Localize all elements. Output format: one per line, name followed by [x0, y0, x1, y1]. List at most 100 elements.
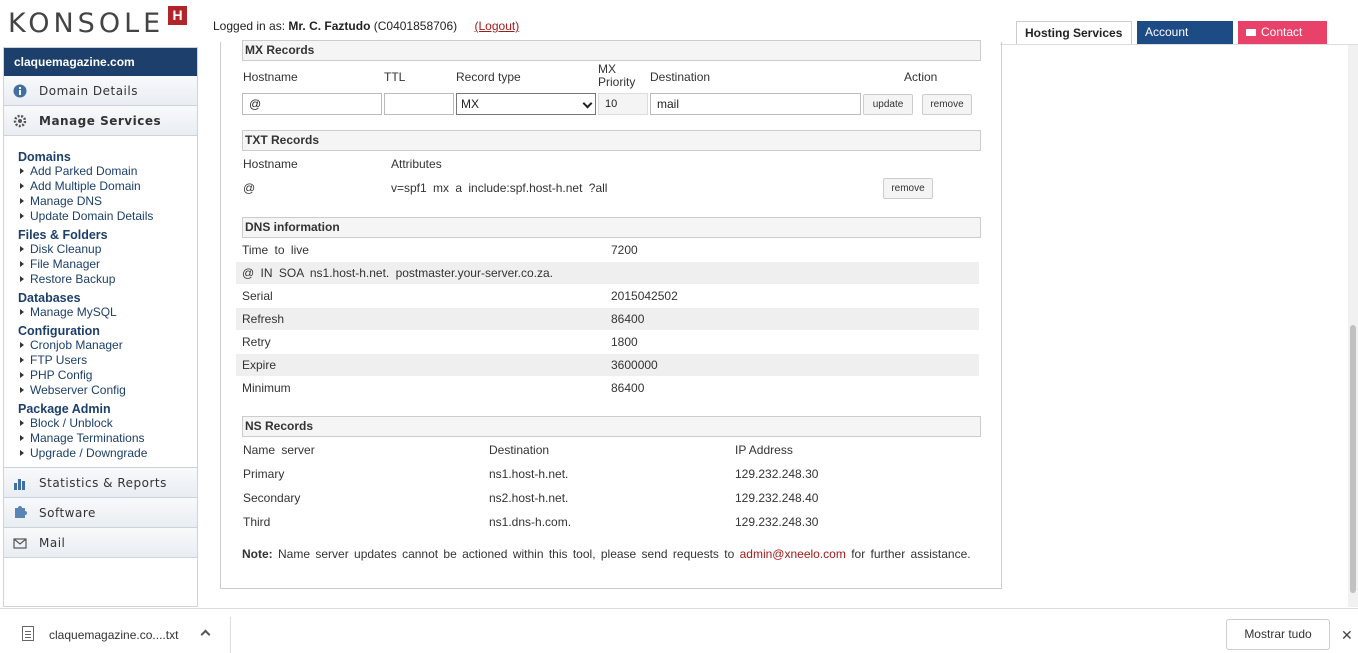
sidebar-section-label: Domain Details: [39, 84, 138, 98]
mx-col-hostname: Hostname: [243, 70, 298, 84]
menu-item-ftp-users[interactable]: FTP Users: [18, 353, 197, 368]
menu-item-add-parked-domain[interactable]: Add Parked Domain: [18, 164, 197, 179]
ns-col-name-server: Name server: [243, 443, 315, 457]
mx-col-action: Action: [904, 70, 938, 84]
info-icon: [13, 84, 27, 98]
sidebar-item-software[interactable]: Software: [4, 498, 197, 528]
ns-col-destination: Destination: [489, 443, 550, 457]
ns-ip-primary: 129.232.248.30: [735, 467, 819, 481]
mx-col-ttl: TTL: [384, 70, 406, 84]
menu-item-manage-mysql[interactable]: Manage MySQL: [18, 305, 197, 320]
sidebar-item-statistics[interactable]: Statistics & Reports: [4, 468, 197, 498]
mx-ttl-input[interactable]: [384, 93, 454, 115]
dns-row-background: [236, 354, 979, 376]
envelope-icon: [1246, 29, 1256, 36]
txt-records-heading: TXT Records: [242, 130, 981, 151]
txt-hostname-value: @: [243, 181, 256, 195]
login-info: Logged in as: Mr. C. Faztudo (C040185870…: [213, 19, 519, 33]
mx-remove-button[interactable]: remove: [922, 94, 972, 115]
menu-group-title: Package Admin: [18, 402, 111, 416]
menu-group: Configuration Cronjob Manager FTP Users …: [18, 324, 197, 398]
menu-item-upgrade-downgrade[interactable]: Upgrade / Downgrade: [18, 446, 197, 461]
dns-ttl-label: Time to live: [242, 243, 309, 257]
download-file-name[interactable]: claquemagazine.co....txt: [49, 628, 178, 642]
dns-expire-value: 3600000: [611, 358, 658, 372]
menu-item-disk-cleanup[interactable]: Disk Cleanup: [18, 242, 197, 257]
sidebar-section-label: Statistics & Reports: [39, 476, 167, 490]
txt-col-hostname: Hostname: [243, 157, 298, 171]
menu-group: Package Admin Block / Unblock Manage Ter…: [18, 402, 197, 461]
txt-col-attributes: Attributes: [391, 157, 442, 171]
ns-destination-primary: ns1.host-h.net.: [489, 467, 569, 481]
menu-group: Domains Add Parked Domain Add Multiple D…: [18, 150, 197, 224]
ns-name-secondary: Secondary: [243, 491, 301, 505]
ns-col-ip-address: IP Address: [735, 443, 793, 457]
tab-hosting-services[interactable]: Hosting Services: [1016, 21, 1132, 45]
menu-item-manage-terminations[interactable]: Manage Terminations: [18, 431, 197, 446]
scrollbar-thumb[interactable]: [1350, 325, 1356, 593]
menu-item-php-config[interactable]: PHP Config: [18, 368, 197, 383]
ns-records-heading: NS Records: [242, 416, 981, 437]
mx-hostname-input[interactable]: @: [242, 93, 382, 115]
envelope-icon: [13, 538, 27, 549]
contact-us-button[interactable]: Contact Us: [1238, 21, 1327, 62]
menu-group: Files & Folders Disk Cleanup File Manage…: [18, 228, 197, 287]
show-all-button[interactable]: Mostrar tudo: [1226, 619, 1330, 650]
gear-icon: [13, 114, 27, 128]
sidebar-section-label: Mail: [39, 536, 66, 550]
close-icon[interactable]: ✕: [1341, 627, 1353, 644]
ns-destination-third: ns1.dns-h.com.: [489, 515, 572, 529]
mx-col-priority: MX Priority: [598, 62, 636, 89]
dns-row-background: [236, 308, 979, 330]
dns-minimum-value: 86400: [611, 381, 645, 395]
mx-update-button[interactable]: update: [863, 94, 913, 115]
dns-info-heading: DNS information: [242, 217, 981, 238]
support-email-link[interactable]: admin@xneelo.com: [740, 547, 846, 561]
logo-badge: H: [168, 6, 187, 25]
mx-destination-input[interactable]: mail: [650, 93, 861, 115]
mx-priority-input[interactable]: 10: [598, 93, 648, 115]
sidebar-section-label: Manage Services: [39, 114, 162, 128]
logged-in-label: Logged in as:: [213, 19, 286, 33]
dns-ttl-value: 7200: [611, 243, 638, 257]
bar-chart-icon: [14, 479, 25, 490]
tab-account-admin[interactable]: Account Admin: [1137, 21, 1233, 62]
site-name: claquemagazine.com: [4, 48, 197, 76]
mx-records-heading: MX Records: [242, 40, 981, 61]
chevron-up-icon[interactable]: [200, 629, 211, 640]
menu-item-add-multiple-domain[interactable]: Add Multiple Domain: [18, 179, 197, 194]
menu-item-file-manager[interactable]: File Manager: [18, 257, 197, 272]
page-scrollbar[interactable]: [1348, 45, 1358, 607]
dns-retry-value: 1800: [611, 335, 638, 349]
menu-item-webserver-config[interactable]: Webserver Config: [18, 383, 197, 398]
dns-minimum-label: Minimum: [242, 381, 291, 395]
download-divider: [230, 617, 231, 653]
logo-text: KONSOLE: [8, 8, 165, 39]
menu-item-cronjob-manager[interactable]: Cronjob Manager: [18, 338, 197, 353]
ns-ip-third: 129.232.248.30: [735, 515, 819, 529]
user-id: (C0401858706): [373, 19, 458, 33]
mx-col-record-type: Record type: [456, 70, 521, 84]
dns-soa-record: @ IN SOA ns1.host-h.net. postmaster.your…: [242, 266, 553, 280]
nameserver-note: Note: Name server updates cannot be acti…: [242, 547, 971, 561]
menu-item-update-domain-details[interactable]: Update Domain Details: [18, 209, 197, 224]
sidebar-item-manage-services[interactable]: Manage Services: [4, 106, 197, 136]
note-text: Name server updates cannot be actioned w…: [278, 547, 735, 561]
download-bar: claquemagazine.co....txt Mostrar tudo ✕: [0, 608, 1358, 653]
menu-group-title: Databases: [18, 291, 81, 305]
ns-name-primary: Primary: [243, 467, 285, 481]
ns-ip-secondary: 129.232.248.40: [735, 491, 819, 505]
services-menu: Domains Add Parked Domain Add Multiple D…: [4, 136, 197, 468]
menu-item-manage-dns[interactable]: Manage DNS: [18, 194, 197, 209]
menu-item-block-unblock[interactable]: Block / Unblock: [18, 416, 197, 431]
txt-remove-button[interactable]: remove: [883, 178, 933, 199]
menu-group: Databases Manage MySQL: [18, 291, 197, 320]
mx-record-type-select[interactable]: MX: [456, 93, 596, 115]
sidebar-item-mail[interactable]: Mail: [4, 528, 197, 558]
sidebar-item-domain-details[interactable]: Domain Details: [4, 76, 197, 106]
menu-item-restore-backup[interactable]: Restore Backup: [18, 272, 197, 287]
logout-link[interactable]: (Logout): [475, 19, 520, 33]
mx-record-type-value: MX: [461, 97, 479, 111]
menu-group-title: Domains: [18, 150, 71, 164]
file-icon: [22, 626, 34, 641]
